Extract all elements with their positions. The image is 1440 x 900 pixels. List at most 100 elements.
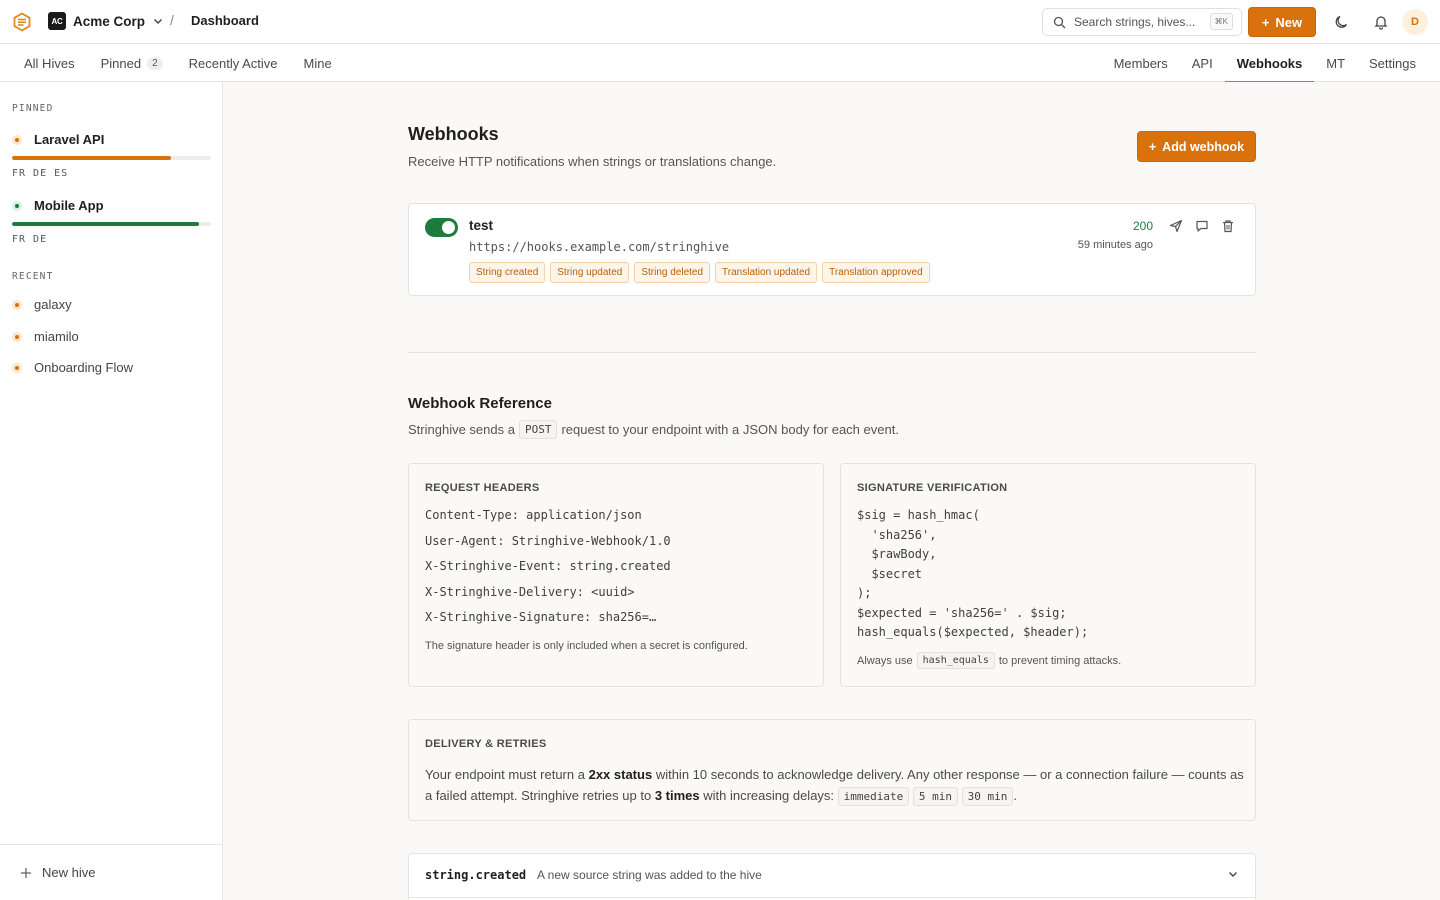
event-divider <box>409 897 1255 898</box>
request-headers-card: REQUEST HEADERS Content-Type: applicatio… <box>408 463 824 687</box>
event-description: A new source string was added to the hiv… <box>537 868 762 882</box>
event-name: string.created <box>425 868 527 882</box>
webhook-events: String created String updated String del… <box>469 262 930 283</box>
page-title: Webhooks <box>408 124 499 144</box>
search-shortcut: ⌘K <box>1209 13 1233 30</box>
delay-code: immediate <box>837 787 910 806</box>
status-dot-icon <box>12 331 22 342</box>
event-accordion[interactable]: string.created A new source string was a… <box>408 853 1256 900</box>
tab-members[interactable]: Members <box>1102 44 1180 82</box>
org-badge: AC <box>48 12 66 30</box>
tab-mt[interactable]: MT <box>1314 44 1357 82</box>
org-name: Acme Corp <box>73 13 146 29</box>
hash-equals-code: hash_equals <box>916 652 995 669</box>
filter-mine[interactable]: Mine <box>304 56 332 71</box>
hive-name: Laravel API <box>34 132 105 147</box>
headers-note: The signature header is only included wh… <box>425 640 748 652</box>
new-hive-button[interactable]: New hive <box>20 865 95 880</box>
pinned-heading: PINNED <box>12 103 54 114</box>
hive-filters: All Hives Pinned 2 Recently Active Mine <box>24 44 332 82</box>
event-chip: Translation approved <box>822 262 930 283</box>
progress-bar <box>12 222 211 226</box>
status-dot-icon <box>12 362 22 373</box>
chevron-down-icon <box>154 19 163 24</box>
trash-icon <box>1223 220 1233 233</box>
search-input[interactable]: Search strings, hives... ⌘K <box>1042 8 1242 36</box>
sidebar-hive-galaxy[interactable]: galaxy <box>12 297 72 312</box>
delivery-log-button[interactable] <box>1194 218 1210 234</box>
filter-recently-active[interactable]: Recently Active <box>189 56 278 71</box>
org-switcher[interactable]: AC Acme Corp <box>48 12 164 30</box>
delivery-emphasis: 3 times <box>654 788 700 803</box>
sidebar-footer: New hive <box>0 844 222 900</box>
plus-icon <box>21 867 31 878</box>
hive-languages: FR DE <box>12 234 48 245</box>
page-subtitle: Receive HTTP notifications when strings … <box>408 154 777 169</box>
send-icon <box>1169 219 1183 233</box>
add-webhook-button[interactable]: + Add webhook <box>1137 131 1256 162</box>
delivery-description: Your endpoint must return a 2xx status w… <box>425 764 1245 807</box>
code-line: 'sha256', <box>857 527 937 542</box>
progress-bar-fill <box>12 156 172 160</box>
request-headers-title: REQUEST HEADERS <box>425 482 540 494</box>
notifications-button[interactable] <box>1371 12 1391 32</box>
send-test-button[interactable] <box>1168 218 1184 234</box>
new-button-label: New <box>1275 14 1303 30</box>
sidebar-hive-laravel-api[interactable]: Laravel API FR DE ES <box>12 132 211 179</box>
theme-toggle-button[interactable] <box>1332 12 1352 32</box>
avatar[interactable]: D <box>1402 9 1428 35</box>
search-icon <box>1053 16 1066 28</box>
sidebar-hive-onboarding-flow[interactable]: Onboarding Flow <box>12 360 133 375</box>
reference-intro-text: Stringhive sends a <box>408 422 515 437</box>
delivery-retries-card: DELIVERY & RETRIES Your endpoint must re… <box>408 719 1256 821</box>
hive-name: Onboarding Flow <box>34 360 133 375</box>
progress-bar-fill <box>12 222 200 226</box>
code-line: $rawBody, <box>857 547 937 561</box>
status-dot-icon <box>12 134 22 145</box>
tab-settings[interactable]: Settings <box>1357 44 1440 82</box>
delivery-title: DELIVERY & RETRIES <box>425 738 547 750</box>
webhook-enabled-toggle[interactable] <box>425 218 458 237</box>
signature-note: Always use hash_equals to prevent timing… <box>857 652 1121 669</box>
code-line: $secret <box>857 566 923 581</box>
add-webhook-label: Add webhook <box>1162 139 1245 154</box>
reference-intro: Stringhive sends a POST request to your … <box>408 420 899 439</box>
breadcrumb-current[interactable]: Dashboard <box>191 13 259 28</box>
main-content: Webhooks Receive HTTP notifications when… <box>223 82 1440 900</box>
delay-code: 5 min <box>912 787 959 806</box>
breadcrumb-separator: / <box>170 12 174 28</box>
method-code: POST <box>518 420 558 439</box>
new-button[interactable]: + New <box>1248 7 1316 37</box>
bell-icon <box>1374 16 1388 30</box>
sidebar: PINNED Laravel API FR DE ES Mobile App F… <box>0 82 223 900</box>
nav-row: All Hives Pinned 2 Recently Active Mine … <box>0 44 1440 83</box>
hive-name: miamilo <box>34 329 79 344</box>
event-chip: String updated <box>550 262 630 283</box>
last-status-code: 200 <box>1132 219 1153 233</box>
tab-webhooks[interactable]: Webhooks <box>1224 44 1315 83</box>
delete-webhook-button[interactable] <box>1220 218 1236 234</box>
webhook-name: test <box>469 218 494 233</box>
hive-languages: FR DE ES <box>12 168 69 179</box>
plus-icon: + <box>1261 14 1270 30</box>
webhook-card: test https://hooks.example.com/stringhiv… <box>408 203 1256 296</box>
tab-api[interactable]: API <box>1180 44 1225 82</box>
header-line: Content-Type: application/json <box>425 508 642 522</box>
header-line: X-Stringhive-Event: string.created <box>425 559 671 573</box>
event-chip: String created <box>469 262 546 283</box>
stringhive-logo-icon[interactable] <box>12 12 32 32</box>
signature-title: SIGNATURE VERIFICATION <box>857 482 1008 494</box>
reference-title: Webhook Reference <box>408 395 552 412</box>
signature-code: $sig = hash_hmac( 'sha256', $rawBody, $s… <box>857 508 1088 645</box>
progress-bar <box>12 156 211 160</box>
sidebar-hive-miamilo[interactable]: miamilo <box>12 329 79 344</box>
new-hive-label: New hive <box>42 865 96 880</box>
moon-icon <box>1335 15 1348 28</box>
chevron-down-icon[interactable] <box>1227 868 1239 880</box>
filter-pinned[interactable]: Pinned 2 <box>101 56 163 71</box>
delivery-text: with increasing delays: <box>703 788 835 803</box>
header-line: X-Stringhive-Delivery: <uuid> <box>425 584 635 599</box>
sidebar-hive-mobile-app[interactable]: Mobile App FR DE <box>12 198 211 245</box>
filter-all-hives[interactable]: All Hives <box>24 56 75 71</box>
request-headers-list: Content-Type: application/json User-Agen… <box>425 508 671 636</box>
